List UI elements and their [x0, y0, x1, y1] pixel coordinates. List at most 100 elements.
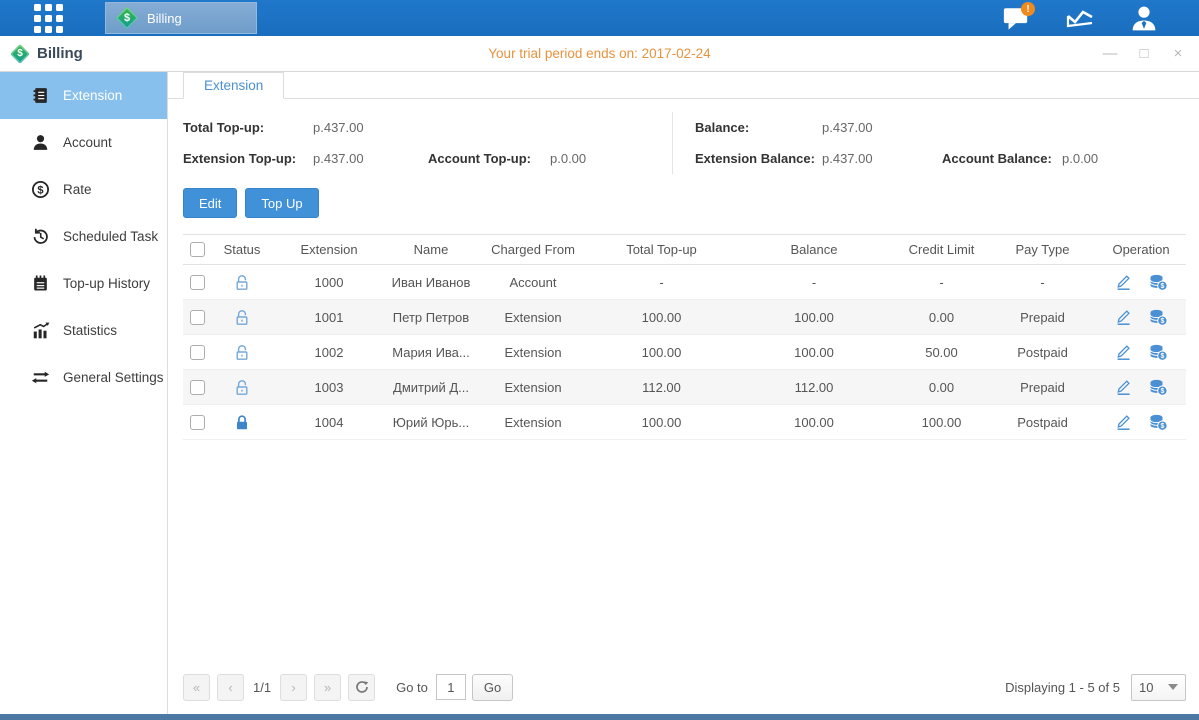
row-edit-icon[interactable] — [1114, 413, 1133, 431]
lock-open-icon — [234, 344, 250, 361]
row-topup-icon[interactable]: $ — [1148, 414, 1168, 431]
row-edit-icon[interactable] — [1114, 273, 1133, 291]
row-topup-icon[interactable]: $ — [1148, 309, 1168, 326]
row-balance: 100.00 — [734, 310, 894, 325]
first-page-button[interactable]: « — [183, 674, 210, 701]
row-checkbox[interactable] — [190, 415, 205, 430]
lock-open-icon — [234, 309, 250, 326]
sidebar-item-topup-history[interactable]: Top-up History — [0, 260, 167, 307]
tab-extension[interactable]: Extension — [183, 72, 284, 99]
extension-balance-label: Extension Balance: — [695, 151, 822, 166]
col-extension: Extension — [273, 242, 385, 257]
balance-label: Balance: — [695, 120, 822, 135]
sidebar-item-scheduled-task[interactable]: Scheduled Task — [0, 213, 167, 260]
sidebar-item-statistics[interactable]: Statistics — [0, 307, 167, 354]
row-extension: 1001 — [273, 310, 385, 325]
table-row: 1002 Мария Ива... Extension 100.00 100.0… — [183, 335, 1186, 370]
svg-text:$: $ — [1160, 423, 1164, 430]
general-settings-icon — [31, 368, 50, 387]
row-pay-type: Postpaid — [989, 345, 1096, 360]
row-name: Петр Петров — [385, 310, 477, 325]
row-extension: 1000 — [273, 275, 385, 290]
close-button[interactable]: × — [1169, 45, 1187, 62]
topup-history-icon — [31, 274, 50, 293]
toolbar: Edit Top Up — [168, 178, 1199, 230]
row-checkbox[interactable] — [190, 275, 205, 290]
svg-text:$: $ — [1160, 353, 1164, 360]
row-topup-icon[interactable]: $ — [1148, 344, 1168, 361]
row-extension: 1004 — [273, 415, 385, 430]
person-icon — [1130, 5, 1158, 31]
reports-icon[interactable] — [1065, 4, 1095, 32]
last-page-button[interactable]: » — [314, 674, 341, 701]
row-edit-icon[interactable] — [1114, 308, 1133, 326]
sidebar: Extension Account $ Rate Scheduled Task — [0, 72, 168, 714]
row-name: Юрий Юрь... — [385, 415, 477, 430]
lock-closed-icon — [234, 414, 250, 431]
row-checkbox[interactable] — [190, 345, 205, 360]
row-extension: 1003 — [273, 380, 385, 395]
taskbar-billing-app[interactable]: $ Billing — [105, 2, 257, 34]
row-topup-icon[interactable]: $ — [1148, 379, 1168, 396]
notifications-icon[interactable]: ! — [1001, 4, 1031, 32]
row-credit-limit: 50.00 — [894, 345, 989, 360]
row-total-topup: 100.00 — [589, 310, 734, 325]
row-credit-limit: 0.00 — [894, 380, 989, 395]
row-name: Мария Ива... — [385, 345, 477, 360]
go-button[interactable]: Go — [472, 674, 513, 701]
extension-topup-label: Extension Top-up: — [183, 151, 313, 166]
goto-label: Go to — [396, 680, 428, 695]
window-title: Billing — [37, 45, 83, 62]
stats-panel: Total Top-up: p.437.00 Extension Top-up:… — [168, 99, 1199, 178]
row-checkbox[interactable] — [190, 310, 205, 325]
table-row: 1001 Петр Петров Extension 100.00 100.00… — [183, 300, 1186, 335]
page-size-select[interactable]: 10 — [1131, 674, 1186, 701]
table-row: 1000 Иван Иванов Account - - - - — [183, 265, 1186, 300]
row-topup-icon[interactable]: $ — [1148, 274, 1168, 291]
edit-button[interactable]: Edit — [183, 188, 237, 218]
select-all-checkbox[interactable] — [190, 242, 205, 257]
account-topup-label: Account Top-up: — [428, 151, 550, 166]
tab-bar: Extension — [168, 72, 1199, 99]
app-grid-icon[interactable] — [34, 4, 63, 33]
chevron-down-icon — [1168, 684, 1178, 690]
sidebar-item-extension[interactable]: Extension — [0, 72, 167, 119]
user-account-icon[interactable] — [1129, 4, 1159, 32]
goto-page-input[interactable] — [436, 674, 466, 700]
row-charged-from: Extension — [477, 380, 589, 395]
sidebar-item-rate[interactable]: $ Rate — [0, 166, 167, 213]
main-panel: Extension Total Top-up: p.437.00 Extensi… — [168, 72, 1199, 714]
lock-open-icon — [234, 379, 250, 396]
sidebar-item-general-settings[interactable]: General Settings — [0, 354, 167, 401]
extension-balance-value: p.437.00 — [822, 151, 942, 166]
row-checkbox[interactable] — [190, 380, 205, 395]
account-balance-value: p.0.00 — [1062, 151, 1098, 166]
row-edit-icon[interactable] — [1114, 378, 1133, 396]
maximize-button[interactable]: □ — [1135, 45, 1153, 62]
statistics-icon — [31, 321, 50, 340]
next-page-button[interactable]: › — [280, 674, 307, 701]
col-status: Status — [211, 242, 273, 257]
topup-button[interactable]: Top Up — [245, 188, 318, 218]
col-name: Name — [385, 242, 477, 257]
prev-page-button[interactable]: ‹ — [217, 674, 244, 701]
page-indicator: 1/1 — [253, 680, 271, 695]
pagination-bar: « ‹ 1/1 › » Go to Go Displaying 1 - 5 of… — [168, 670, 1199, 714]
row-credit-limit: 0.00 — [894, 310, 989, 325]
refresh-icon — [355, 680, 369, 694]
row-total-topup: - — [589, 275, 734, 290]
scheduled-task-icon — [31, 227, 50, 246]
line-chart-icon — [1065, 6, 1095, 30]
taskbar-app-label: Billing — [147, 11, 182, 26]
svg-text:$: $ — [1160, 318, 1164, 325]
sidebar-item-account[interactable]: Account — [0, 119, 167, 166]
sidebar-item-label: Extension — [63, 88, 122, 103]
billing-app-icon: $ — [116, 7, 138, 29]
row-name: Дмитрий Д... — [385, 380, 477, 395]
row-edit-icon[interactable] — [1114, 343, 1133, 361]
account-topup-value: p.0.00 — [550, 151, 586, 166]
row-pay-type: Prepaid — [989, 310, 1096, 325]
minimize-button[interactable]: — — [1101, 45, 1119, 62]
refresh-button[interactable] — [348, 674, 375, 701]
row-charged-from: Extension — [477, 310, 589, 325]
